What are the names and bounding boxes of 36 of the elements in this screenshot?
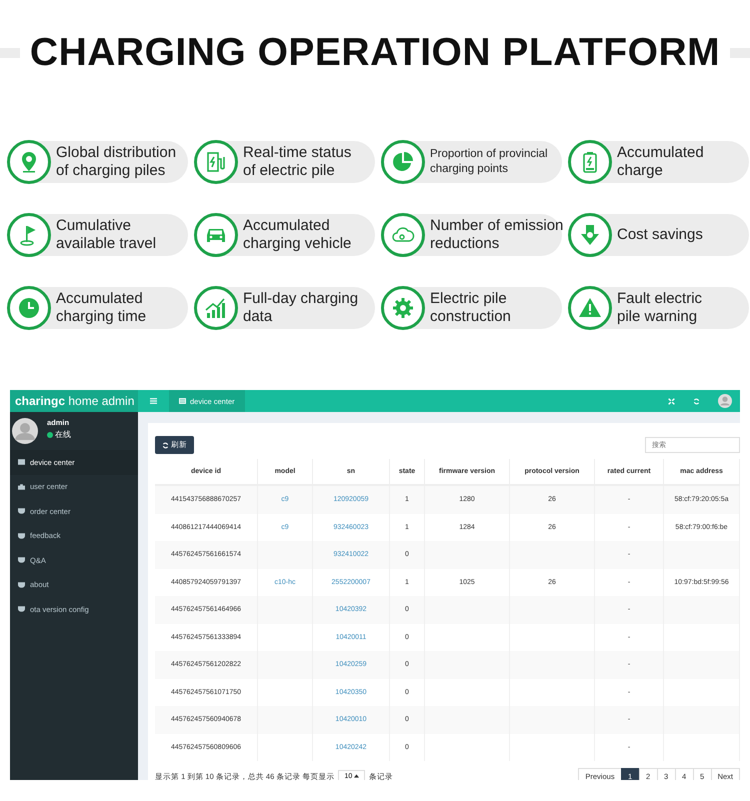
feature-label: Global distribution of charging piles [56,144,176,180]
feature-label: Cumulative available travel [56,217,156,253]
shield-icon [18,532,25,539]
menu-icon[interactable] [150,398,157,404]
shield-icon [18,557,25,564]
feature-label: Cost savings [617,226,703,244]
feature-label: Electric pile construction [430,290,511,326]
gear-icon [391,296,415,320]
caret-icon [354,774,360,778]
feature-label: Accumulated charge [617,144,704,180]
app-logo: charingc home admin [10,390,138,412]
feature-label: Accumulated charging time [56,290,146,326]
pie-chart-icon [391,150,415,174]
feature-label: Real-time status of electric pile [243,144,352,180]
warning-icon [578,296,602,320]
briefcase-icon [18,484,25,490]
list-icon [18,459,25,466]
refresh-icon[interactable] [693,398,700,404]
shield-icon [18,508,25,514]
feature-label: Accumulated charging vehicle [243,217,352,253]
status-text: 在线 [55,429,71,440]
bar-chart-icon [204,296,228,320]
clock-icon [17,296,41,320]
feature-label: Full-day charging data [243,290,358,326]
shield-icon [18,606,25,612]
list-icon [179,398,186,404]
expand-icon[interactable] [668,398,675,404]
avatar-icon[interactable] [718,394,732,408]
charging-station-icon [204,150,228,174]
avatar-icon [12,418,38,444]
feature-label: Fault electric pile warning [617,290,702,326]
page-title: CHARGING OPERATION PLATFORM [30,31,720,75]
feature-label: Number of emission reductions [430,217,564,253]
feature-label: Proportion of provincial charging points [430,147,548,177]
shield-icon [18,582,25,588]
refresh-icon [162,442,169,448]
